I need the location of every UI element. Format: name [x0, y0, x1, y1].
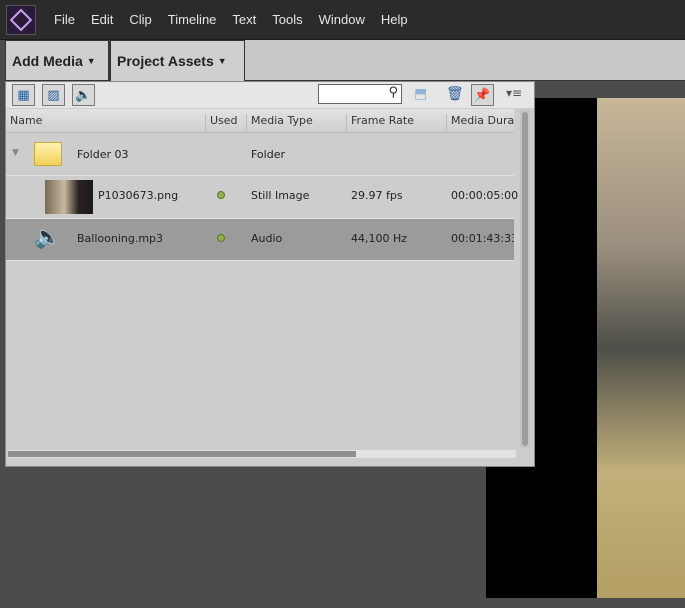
caret-down-icon: ▼ — [86, 55, 96, 66]
row-duration: 00:01:43:334 — [451, 232, 514, 245]
trash-icon[interactable]: 🗑 — [446, 86, 464, 102]
table-row-selected[interactable]: 🔈 Ballooning.mp3 Audio 44,100 Hz 00:01:4… — [6, 219, 514, 261]
project-assets-label: Project Assets — [117, 53, 214, 69]
panel-menu-icon[interactable]: ▾≡ — [506, 86, 522, 100]
row-rate: 44,100 Hz — [351, 232, 408, 245]
film-icon: ▦ — [17, 87, 30, 103]
menu-bar: File Edit Clip Timeline Text Tools Windo… — [0, 0, 685, 40]
filter-image-button[interactable]: ▨ — [42, 84, 65, 106]
vertical-scrollbar[interactable] — [520, 110, 530, 448]
tab-bar-empty — [245, 40, 685, 81]
add-media-button[interactable]: Add Media ▼ — [5, 40, 109, 81]
pin-button[interactable]: 📌 — [471, 84, 494, 106]
speaker-icon: 🔈 — [34, 225, 62, 250]
search-icon: ⚲ — [388, 85, 398, 100]
search-input[interactable]: ⚲ — [318, 84, 402, 104]
col-used[interactable]: Used — [205, 114, 238, 132]
filter-audio-button[interactable]: 🔈 — [72, 84, 95, 106]
menu-window[interactable]: Window — [319, 12, 365, 27]
menu-help[interactable]: Help — [381, 12, 408, 27]
table-row[interactable]: P1030673.png Still Image 29.97 fps 00:00… — [6, 177, 518, 219]
horizontal-scrollbar[interactable] — [8, 450, 516, 458]
filter-video-button[interactable]: ▦ — [12, 84, 35, 106]
row-type: Folder — [251, 148, 285, 161]
table-row[interactable]: ▼ Folder 03 Folder — [6, 134, 514, 176]
col-media-duration[interactable]: Media Durati — [446, 114, 514, 132]
image-thumbnail — [45, 180, 93, 214]
speaker-icon: 🔈 — [75, 87, 92, 103]
preview-image — [597, 98, 685, 598]
used-indicator — [217, 191, 225, 199]
col-media-type[interactable]: Media Type — [246, 114, 313, 132]
new-folder-icon[interactable]: ⬒ — [414, 86, 427, 102]
menu-timeline[interactable]: Timeline — [168, 12, 217, 27]
scroll-thumb[interactable] — [522, 112, 528, 446]
disclosure-triangle-icon[interactable]: ▼ — [12, 148, 19, 158]
row-name: Folder 03 — [77, 148, 129, 161]
folder-icon — [34, 142, 62, 166]
used-indicator — [217, 234, 225, 242]
menu-tools[interactable]: Tools — [272, 12, 302, 27]
menu-file[interactable]: File — [54, 12, 75, 27]
menu-edit[interactable]: Edit — [91, 12, 113, 27]
tab-bar: Add Media ▼ Project Assets ▼ — [5, 40, 685, 81]
add-media-label: Add Media — [12, 52, 83, 69]
row-duration: 00:00:05:00 — [451, 189, 519, 202]
app-logo-icon — [6, 5, 36, 35]
row-type: Still Image — [251, 189, 310, 202]
image-icon: ▨ — [47, 87, 60, 103]
caret-down-icon: ▼ — [217, 56, 227, 66]
row-type: Audio — [251, 232, 283, 245]
project-assets-panel: ▦ ▨ 🔈 ⚲ ⬒ 🗑 📌 ▾≡ Name Used Media Type Fr… — [5, 81, 535, 467]
column-header: Name Used Media Type Frame Rate Media Du… — [6, 109, 514, 133]
panel-toolbar: ▦ ▨ 🔈 ⚲ ⬒ 🗑 📌 ▾≡ — [6, 82, 534, 108]
col-name[interactable]: Name — [6, 114, 42, 132]
row-name: Ballooning.mp3 — [77, 232, 164, 245]
row-name: P1030673.png — [98, 189, 179, 202]
col-frame-rate[interactable]: Frame Rate — [346, 114, 414, 132]
menu-clip[interactable]: Clip — [129, 12, 151, 27]
project-assets-button[interactable]: Project Assets ▼ — [110, 40, 245, 81]
pin-icon: 📌 — [474, 87, 491, 103]
row-rate: 29.97 fps — [351, 189, 403, 202]
menu-text[interactable]: Text — [232, 12, 256, 27]
scroll-thumb[interactable] — [8, 451, 356, 457]
